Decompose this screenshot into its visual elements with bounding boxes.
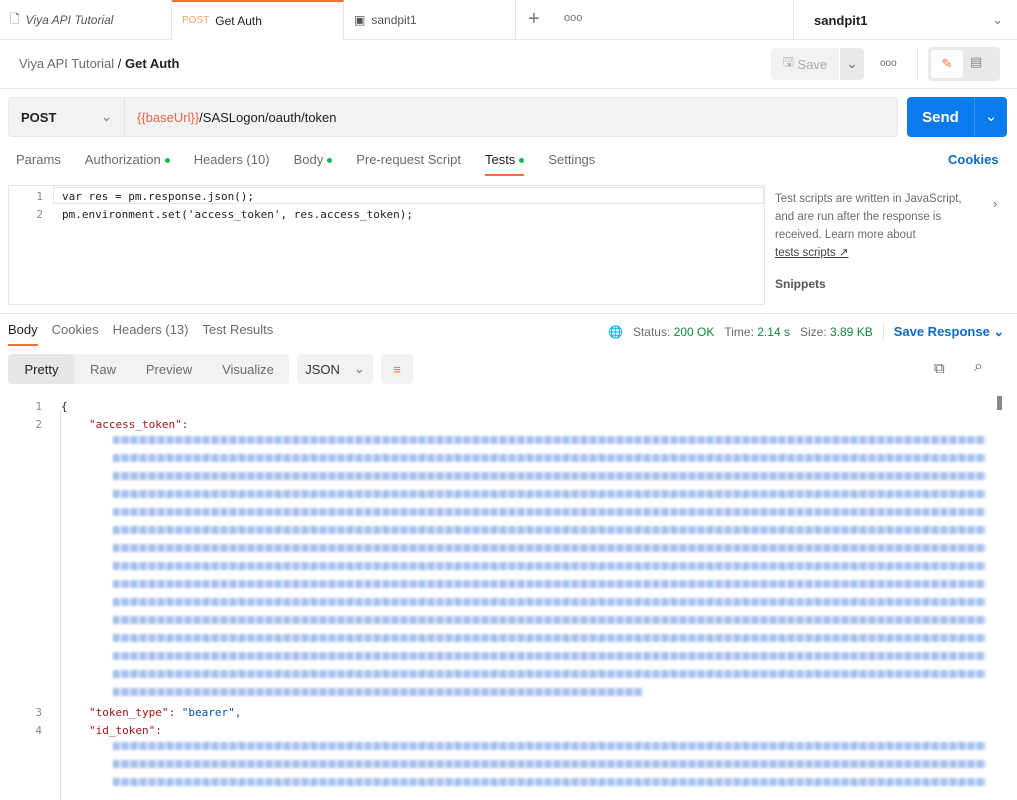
tab-pre-request-script[interactable]: Pre-request Script [356,152,461,176]
redacted-line [113,616,986,624]
format-select[interactable]: JSON ⌄ [297,354,373,384]
method-select[interactable]: POST ⌄ [9,98,125,136]
tests-scripts-link[interactable]: tests scripts ↗ [775,244,975,262]
wrap-lines-icon[interactable]: ≡ [381,354,413,384]
edit-icon[interactable]: ✎ [931,50,963,78]
redacted-line [113,580,986,588]
globe-icon[interactable]: 🌐 [608,325,623,339]
redacted-line [113,742,986,750]
tab-settings[interactable]: Settings [548,152,595,176]
send-options-chevron-icon[interactable]: ⌄ [974,97,1007,137]
view-mode-selector: Pretty Raw Preview Visualize [8,354,289,384]
redacted-line [113,544,986,552]
tab-collection[interactable]: 🗋 Viya API Tutorial [0,0,172,40]
more-button[interactable]: ooo [880,58,897,69]
save-response-button[interactable]: Save Response ⌄ [894,324,1005,340]
save-button[interactable]: 🖫 Save [771,48,839,80]
breadcrumb-current: Get Auth [125,56,180,71]
save-icon: 🖫 [782,54,794,69]
redacted-line [113,652,986,660]
snippets-panel: Test scripts are written in JavaScript, … [775,190,975,293]
response-body: 1 { 2 "access_token": 3 "token_type": "b… [0,396,1017,800]
tab-get-auth[interactable]: POST Get Auth [172,0,344,40]
redacted-line [113,490,986,498]
view-raw[interactable]: Raw [75,354,131,384]
url-bar: POST ⌄ {{baseUrl}}/SASLogon/oauth/token [8,97,898,137]
redacted-line [113,562,986,570]
redacted-line [113,634,986,642]
redacted-line [113,508,986,516]
breadcrumb: Viya API Tutorial / Get Auth [19,56,179,71]
url-input[interactable]: {{baseUrl}}/SASLogon/oauth/token [125,110,337,125]
test-script-editor[interactable]: 1 var res = pm.response.json(); 2 pm.env… [8,185,765,305]
response-tabs: Body Cookies Headers (13) Test Results [8,322,287,346]
tab-params[interactable]: Params [16,152,61,176]
chevron-right-icon[interactable]: › [993,196,997,211]
tab-bar: 🗋 Viya API Tutorial POST Get Auth ▣ sandpit… [0,0,1017,40]
redacted-line [113,760,986,768]
copy-icon[interactable]: ⧉ [934,360,945,377]
search-icon[interactable]: ⌕ [974,358,983,376]
view-visualize[interactable]: Visualize [207,354,289,384]
document-icon: 🗋 [10,11,20,26]
tab-response-body[interactable]: Body [8,322,38,346]
redacted-line [113,688,643,696]
save-options-button[interactable]: ⌄ [840,48,864,80]
chevron-down-icon: ⌄ [992,12,1003,27]
documentation-icon[interactable]: ▤ [970,54,982,70]
tab-response-cookies[interactable]: Cookies [52,322,99,346]
environment-selector[interactable]: sandpit1 ⌄ [793,0,1017,40]
request-tabs: Params Authorization Headers (10) Body P… [16,152,619,176]
response-status: 🌐 Status: 200 OK Time: 2.14 s Size: 3.89… [608,322,1004,342]
divider [917,48,918,80]
view-pretty[interactable]: Pretty [8,354,75,384]
environment-icon: ▣ [354,13,366,27]
redacted-line [113,454,986,462]
breadcrumb-sep: / [117,56,122,71]
tab-headers[interactable]: Headers (10) [194,152,270,176]
tab-body[interactable]: Body [294,152,333,176]
tab-environment[interactable]: ▣ sandpit1 [344,0,516,40]
more-tabs-button[interactable]: ooo [564,12,582,24]
send-button[interactable]: Send ⌄ [907,97,1007,137]
tab-authorization[interactable]: Authorization [85,152,170,176]
redacted-line [113,526,986,534]
redacted-line [113,436,986,444]
cookies-link[interactable]: Cookies [948,152,999,167]
view-preview[interactable]: Preview [131,354,207,384]
tab-response-headers[interactable]: Headers (13) [113,322,189,346]
chevron-down-icon: ⌄ [101,109,112,124]
redacted-line [113,472,986,480]
scrollbar[interactable] [997,396,1002,410]
redacted-line [113,670,986,678]
redacted-line [113,598,986,606]
new-tab-button[interactable]: + [528,8,540,31]
tab-tests[interactable]: Tests [484,152,525,176]
breadcrumb-parent[interactable]: Viya API Tutorial [19,56,114,71]
tab-test-results[interactable]: Test Results [202,322,273,346]
redacted-line [113,778,986,786]
chevron-down-icon: ⌄ [353,361,365,376]
